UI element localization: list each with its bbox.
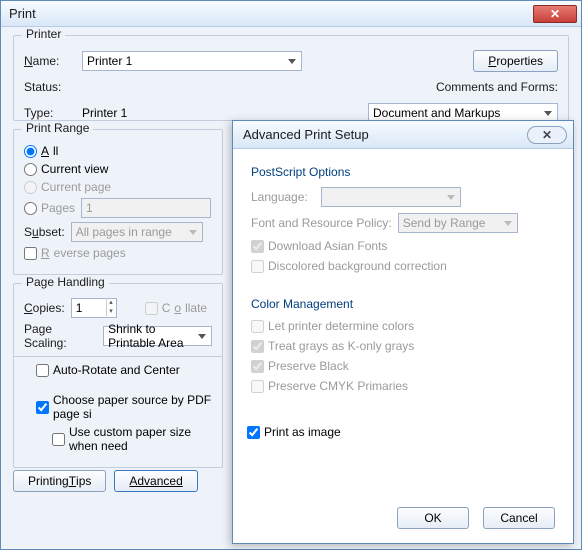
comments-label: Comments and Forms: (436, 80, 558, 94)
subset-label: Subset:Subset: (24, 225, 65, 239)
properties-button[interactable]: PropertiesProperties (473, 50, 558, 72)
adv-close-icon[interactable]: ✕ (527, 126, 567, 144)
printer-name-select[interactable]: Printer 1 (82, 51, 302, 71)
page-scaling-select[interactable]: Shrink to Printable Area (103, 326, 212, 346)
postscript-heading: PostScript Options (251, 165, 555, 179)
page-scaling-label: Page Scaling: (24, 322, 97, 350)
window-title: Print (9, 6, 36, 21)
range-all-radio[interactable]: AllAll (24, 144, 58, 158)
language-label: Language: (251, 190, 315, 204)
name-label: NName:ame: (24, 54, 76, 68)
printer-legend: Printer (22, 27, 65, 41)
advanced-print-setup-dialog: Advanced Print Setup ✕ PostScript Option… (232, 120, 574, 544)
auto-rotate-checkbox[interactable]: Auto-Rotate and Center (36, 363, 180, 377)
ok-button[interactable]: OK (397, 507, 469, 529)
titlebar: Print ✕ (1, 1, 581, 27)
discolored-bg-checkbox: Discolored background correction (251, 259, 447, 273)
type-value: Printer 1 (82, 106, 127, 120)
copies-label: Copies:Copies: (24, 301, 65, 315)
subset-select: All pages in range (71, 222, 203, 242)
reverse-pages-checkbox[interactable]: Reverse pagesReverse pages (24, 246, 126, 260)
printing-tips-button[interactable]: Printing TipsPrinting Tips (13, 470, 106, 492)
range-current-page-radio: Current page (24, 180, 111, 194)
let-printer-checkbox: Let printer determine colors (251, 319, 414, 333)
printer-group: Printer NName:ame: Printer 1 PropertiesP… (13, 35, 569, 121)
download-asian-checkbox: Download Asian Fonts (251, 239, 387, 253)
cancel-button[interactable]: Cancel (483, 507, 555, 529)
adv-titlebar: Advanced Print Setup ✕ (233, 121, 573, 149)
status-label: Status: (24, 80, 76, 94)
range-current-view-radio[interactable]: Current view (24, 162, 108, 176)
range-pages-input (81, 198, 211, 218)
advanced-button[interactable]: Advanced (114, 470, 197, 492)
print-as-image-checkbox[interactable]: Print as image (247, 425, 341, 439)
range-pages-radio[interactable]: Pages (24, 201, 75, 215)
language-select (321, 187, 461, 207)
copies-stepper[interactable]: 1 (71, 298, 117, 318)
treat-grays-checkbox: Treat grays as K-only grays (251, 339, 414, 353)
page-handling-group: Page Handling Copies:Copies: 1 CollateCo… (13, 283, 223, 468)
close-icon[interactable]: ✕ (533, 5, 577, 23)
print-range-group: Print Range AllAll Current view Current … (13, 129, 223, 275)
print-range-legend: Print Range (22, 121, 93, 135)
adv-window-title: Advanced Print Setup (243, 127, 369, 142)
custom-paper-checkbox[interactable]: Use custom paper size when need (52, 425, 212, 453)
color-mgmt-heading: Color Management (251, 297, 555, 311)
page-handling-legend: Page Handling (22, 275, 109, 289)
font-policy-label: Font and Resource Policy: (251, 216, 392, 230)
type-label: Type: (24, 106, 76, 120)
font-policy-select: Send by Range (398, 213, 518, 233)
collate-checkbox: CollateCollate (145, 301, 207, 315)
preserve-black-checkbox: Preserve Black (251, 359, 349, 373)
paper-source-checkbox[interactable]: Choose paper source by PDF page si (36, 393, 212, 421)
preserve-cmyk-checkbox: Preserve CMYK Primaries (251, 379, 408, 393)
